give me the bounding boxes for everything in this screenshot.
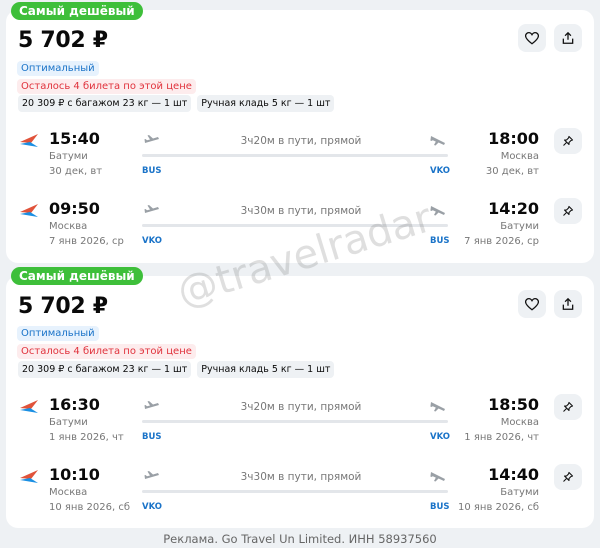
cheapest-badge: Самый дешёвый	[11, 267, 143, 285]
plane-landing-icon	[430, 136, 445, 146]
airline-logo	[20, 134, 38, 147]
plane-landing-icon	[430, 206, 445, 216]
arrival-date: 1 янв 2026, чт	[464, 432, 539, 443]
price: 5 702 ₽	[18, 28, 108, 53]
seats-left-notice: Осталось 4 билета по этой цене	[17, 344, 196, 359]
pin-icon	[563, 135, 574, 146]
ad-disclaimer: Реклама. Go Travel Un Limited. ИНН 58937…	[163, 532, 437, 546]
pin-icon	[563, 205, 574, 216]
arrival-airport-code: VKO	[430, 432, 451, 442]
departure-time: 09:50	[49, 199, 100, 218]
route-line	[142, 420, 448, 423]
arrival-time: 18:50	[488, 395, 539, 414]
arrival-airport-code: VKO	[430, 166, 451, 176]
flight-segment[interactable]: 15:40 Батуми 30 дек, вт 3ч20м в пути, пр…	[6, 128, 594, 184]
arrival-time: 14:20	[488, 199, 539, 218]
arrival-time: 18:00	[488, 129, 539, 148]
favorite-button[interactable]	[518, 290, 546, 318]
baggage-option[interactable]: 20 309 ₽ с багажом 23 кг — 1 шт	[18, 95, 192, 112]
route-line	[142, 154, 448, 157]
departure-city: Москва	[49, 221, 88, 232]
flight-duration: 3ч30м в пути, прямой	[240, 471, 362, 483]
arrival-city: Батуми	[500, 487, 539, 498]
share-icon	[562, 297, 574, 310]
seats-left-notice: Осталось 4 билета по этой цене	[17, 79, 196, 94]
arrival-date: 7 янв 2026, ср	[464, 236, 539, 247]
plane-landing-icon	[430, 402, 445, 412]
cheapest-badge: Самый дешёвый	[11, 2, 143, 20]
departure-time: 10:10	[49, 465, 100, 484]
departure-city: Батуми	[49, 417, 88, 428]
share-icon	[562, 31, 574, 44]
pin-button[interactable]	[554, 394, 582, 420]
departure-date: 7 янв 2026, ср	[49, 236, 124, 247]
departure-city: Москва	[49, 487, 88, 498]
plane-landing-icon	[430, 472, 445, 482]
carry-on-info: Ручная кладь 5 кг — 1 шт	[197, 95, 335, 112]
departure-date: 10 янв 2026, сб	[49, 502, 131, 513]
flight-segment[interactable]: 09:50 Москва 7 янв 2026, ср 3ч30м в пути…	[6, 198, 594, 254]
share-button[interactable]	[554, 24, 582, 52]
departure-date: 1 янв 2026, чт	[49, 432, 124, 443]
arrival-date: 30 дек, вт	[485, 166, 539, 177]
arrival-city: Москва	[500, 151, 539, 162]
carry-on-info: Ручная кладь 5 кг — 1 шт	[197, 361, 335, 378]
share-button[interactable]	[554, 290, 582, 318]
arrival-airport-code: BUS	[430, 502, 450, 512]
pin-button[interactable]	[554, 464, 582, 490]
departure-airport-code: VKO	[142, 236, 163, 246]
arrival-time: 14:40	[488, 465, 539, 484]
fare-tag: Оптимальный	[17, 326, 99, 341]
departure-time: 16:30	[49, 395, 100, 414]
departure-airport-code: BUS	[142, 432, 162, 442]
airline-logo	[20, 204, 38, 217]
favorite-button[interactable]	[518, 24, 546, 52]
departure-city: Батуми	[49, 151, 88, 162]
ticket-card[interactable]: 5 702 ₽ Оптимальный Осталось 4 билета по…	[6, 276, 594, 528]
route-line	[142, 224, 448, 227]
arrival-city: Батуми	[500, 221, 539, 232]
route-line	[142, 490, 448, 493]
airline-logo	[20, 470, 38, 483]
arrival-city: Москва	[500, 417, 539, 428]
arrival-date: 10 янв 2026, сб	[457, 502, 539, 513]
flight-segment[interactable]: 10:10 Москва 10 янв 2026, сб 3ч30м в пут…	[6, 464, 594, 520]
flight-segment[interactable]: 16:30 Батуми 1 янв 2026, чт 3ч20м в пути…	[6, 394, 594, 450]
heart-icon	[525, 297, 539, 311]
arrival-airport-code: BUS	[430, 236, 450, 246]
pin-icon	[563, 471, 574, 482]
departure-airport-code: VKO	[142, 502, 163, 512]
pin-icon	[563, 401, 574, 412]
price: 5 702 ₽	[18, 294, 108, 319]
fare-tag: Оптимальный	[17, 61, 99, 76]
pin-button[interactable]	[554, 198, 582, 224]
flight-duration: 3ч20м в пути, прямой	[240, 401, 362, 413]
airline-logo	[20, 400, 38, 413]
heart-icon	[525, 31, 539, 45]
departure-date: 30 дек, вт	[49, 166, 103, 177]
departure-airport-code: BUS	[142, 166, 162, 176]
baggage-option[interactable]: 20 309 ₽ с багажом 23 кг — 1 шт	[18, 361, 192, 378]
departure-time: 15:40	[49, 129, 100, 148]
pin-button[interactable]	[554, 128, 582, 154]
ticket-card[interactable]: 5 702 ₽ Оптимальный Осталось 4 билета по…	[6, 10, 594, 263]
flight-duration: 3ч20м в пути, прямой	[240, 135, 362, 147]
flight-duration: 3ч30м в пути, прямой	[240, 205, 362, 217]
